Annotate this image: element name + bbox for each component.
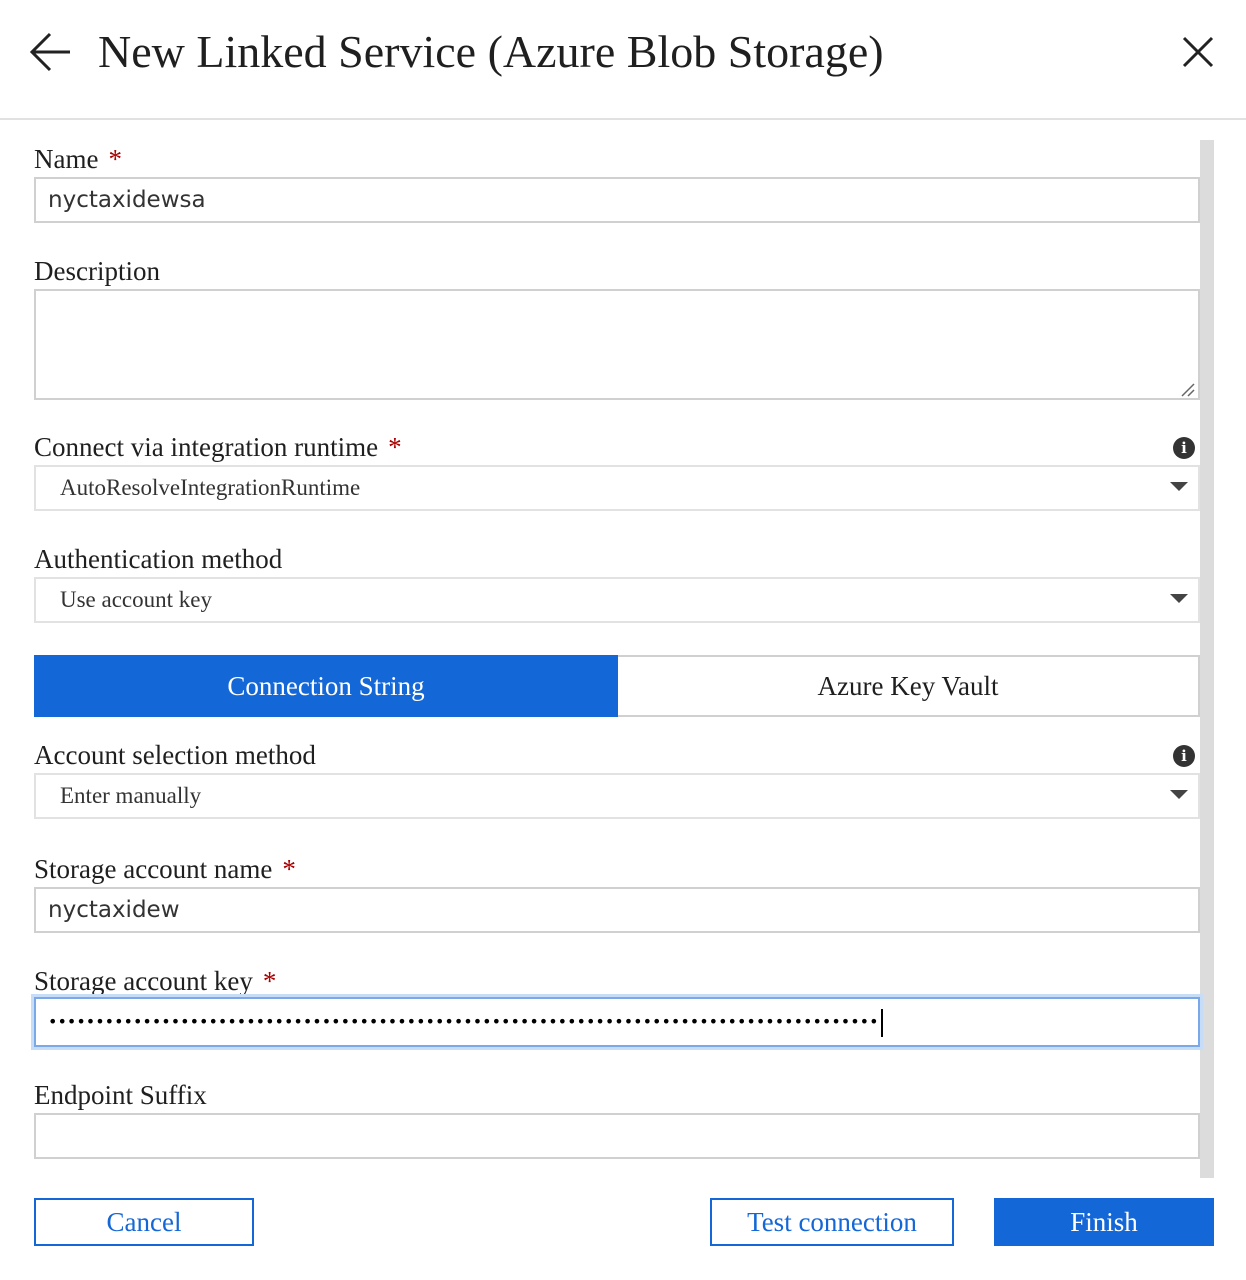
tab-connection-string[interactable]: Connection String [34,655,618,717]
storage-account-name-input[interactable] [34,887,1200,933]
select-value: AutoResolveIntegrationRuntime [60,475,361,500]
name-label: Name * [34,144,122,174]
info-icon[interactable]: i [1173,745,1195,767]
description-label: Description [34,256,160,286]
name-input[interactable] [34,177,1200,223]
account-selection-select[interactable]: Enter manually [34,773,1200,819]
endpoint-suffix-input[interactable] [34,1113,1200,1159]
account-selection-label: Account selection method [34,740,316,770]
dialog-title: New Linked Service (Azure Blob Storage) [98,26,884,77]
resize-grip-icon[interactable] [1178,380,1196,398]
endpoint-suffix-label: Endpoint Suffix [34,1080,207,1110]
finish-button[interactable]: Finish [994,1198,1214,1246]
back-button[interactable] [28,30,74,74]
integration-runtime-label: Connect via integration runtime * [34,432,402,462]
info-icon[interactable]: i [1173,437,1195,459]
text-cursor [880,1008,883,1037]
auth-method-select[interactable]: Use account key [34,577,1200,623]
select-value: Enter manually [60,783,202,808]
select-value: Use account key [60,587,212,612]
required-mark: * [108,144,122,174]
cancel-button[interactable]: Cancel [34,1198,254,1246]
close-button[interactable] [1178,32,1218,72]
dialog-header: New Linked Service (Azure Blob Storage) [0,0,1246,120]
arrow-left-icon [29,32,70,72]
storage-account-key-label: Storage account key * [34,966,277,996]
required-mark: * [282,854,296,884]
tab-azure-key-vault[interactable]: Azure Key Vault [618,655,1200,717]
required-mark: * [388,432,402,462]
chevron-down-icon [1170,790,1188,799]
integration-runtime-select[interactable]: AutoResolveIntegrationRuntime [34,465,1200,511]
storage-account-key-input[interactable]: ••••••••••••••••••••••••••••••••••••••••… [34,997,1200,1047]
scrollbar[interactable] [1200,140,1214,1178]
chevron-down-icon [1170,482,1188,491]
test-connection-button[interactable]: Test connection [710,1198,954,1246]
storage-account-name-label: Storage account name * [34,854,296,884]
close-icon [1182,36,1214,68]
chevron-down-icon [1170,594,1188,603]
masked-key-value: ••••••••••••••••••••••••••••••••••••••••… [48,1012,879,1031]
description-textarea[interactable] [34,289,1200,400]
auth-method-label: Authentication method [34,544,283,574]
required-mark: * [262,966,277,996]
